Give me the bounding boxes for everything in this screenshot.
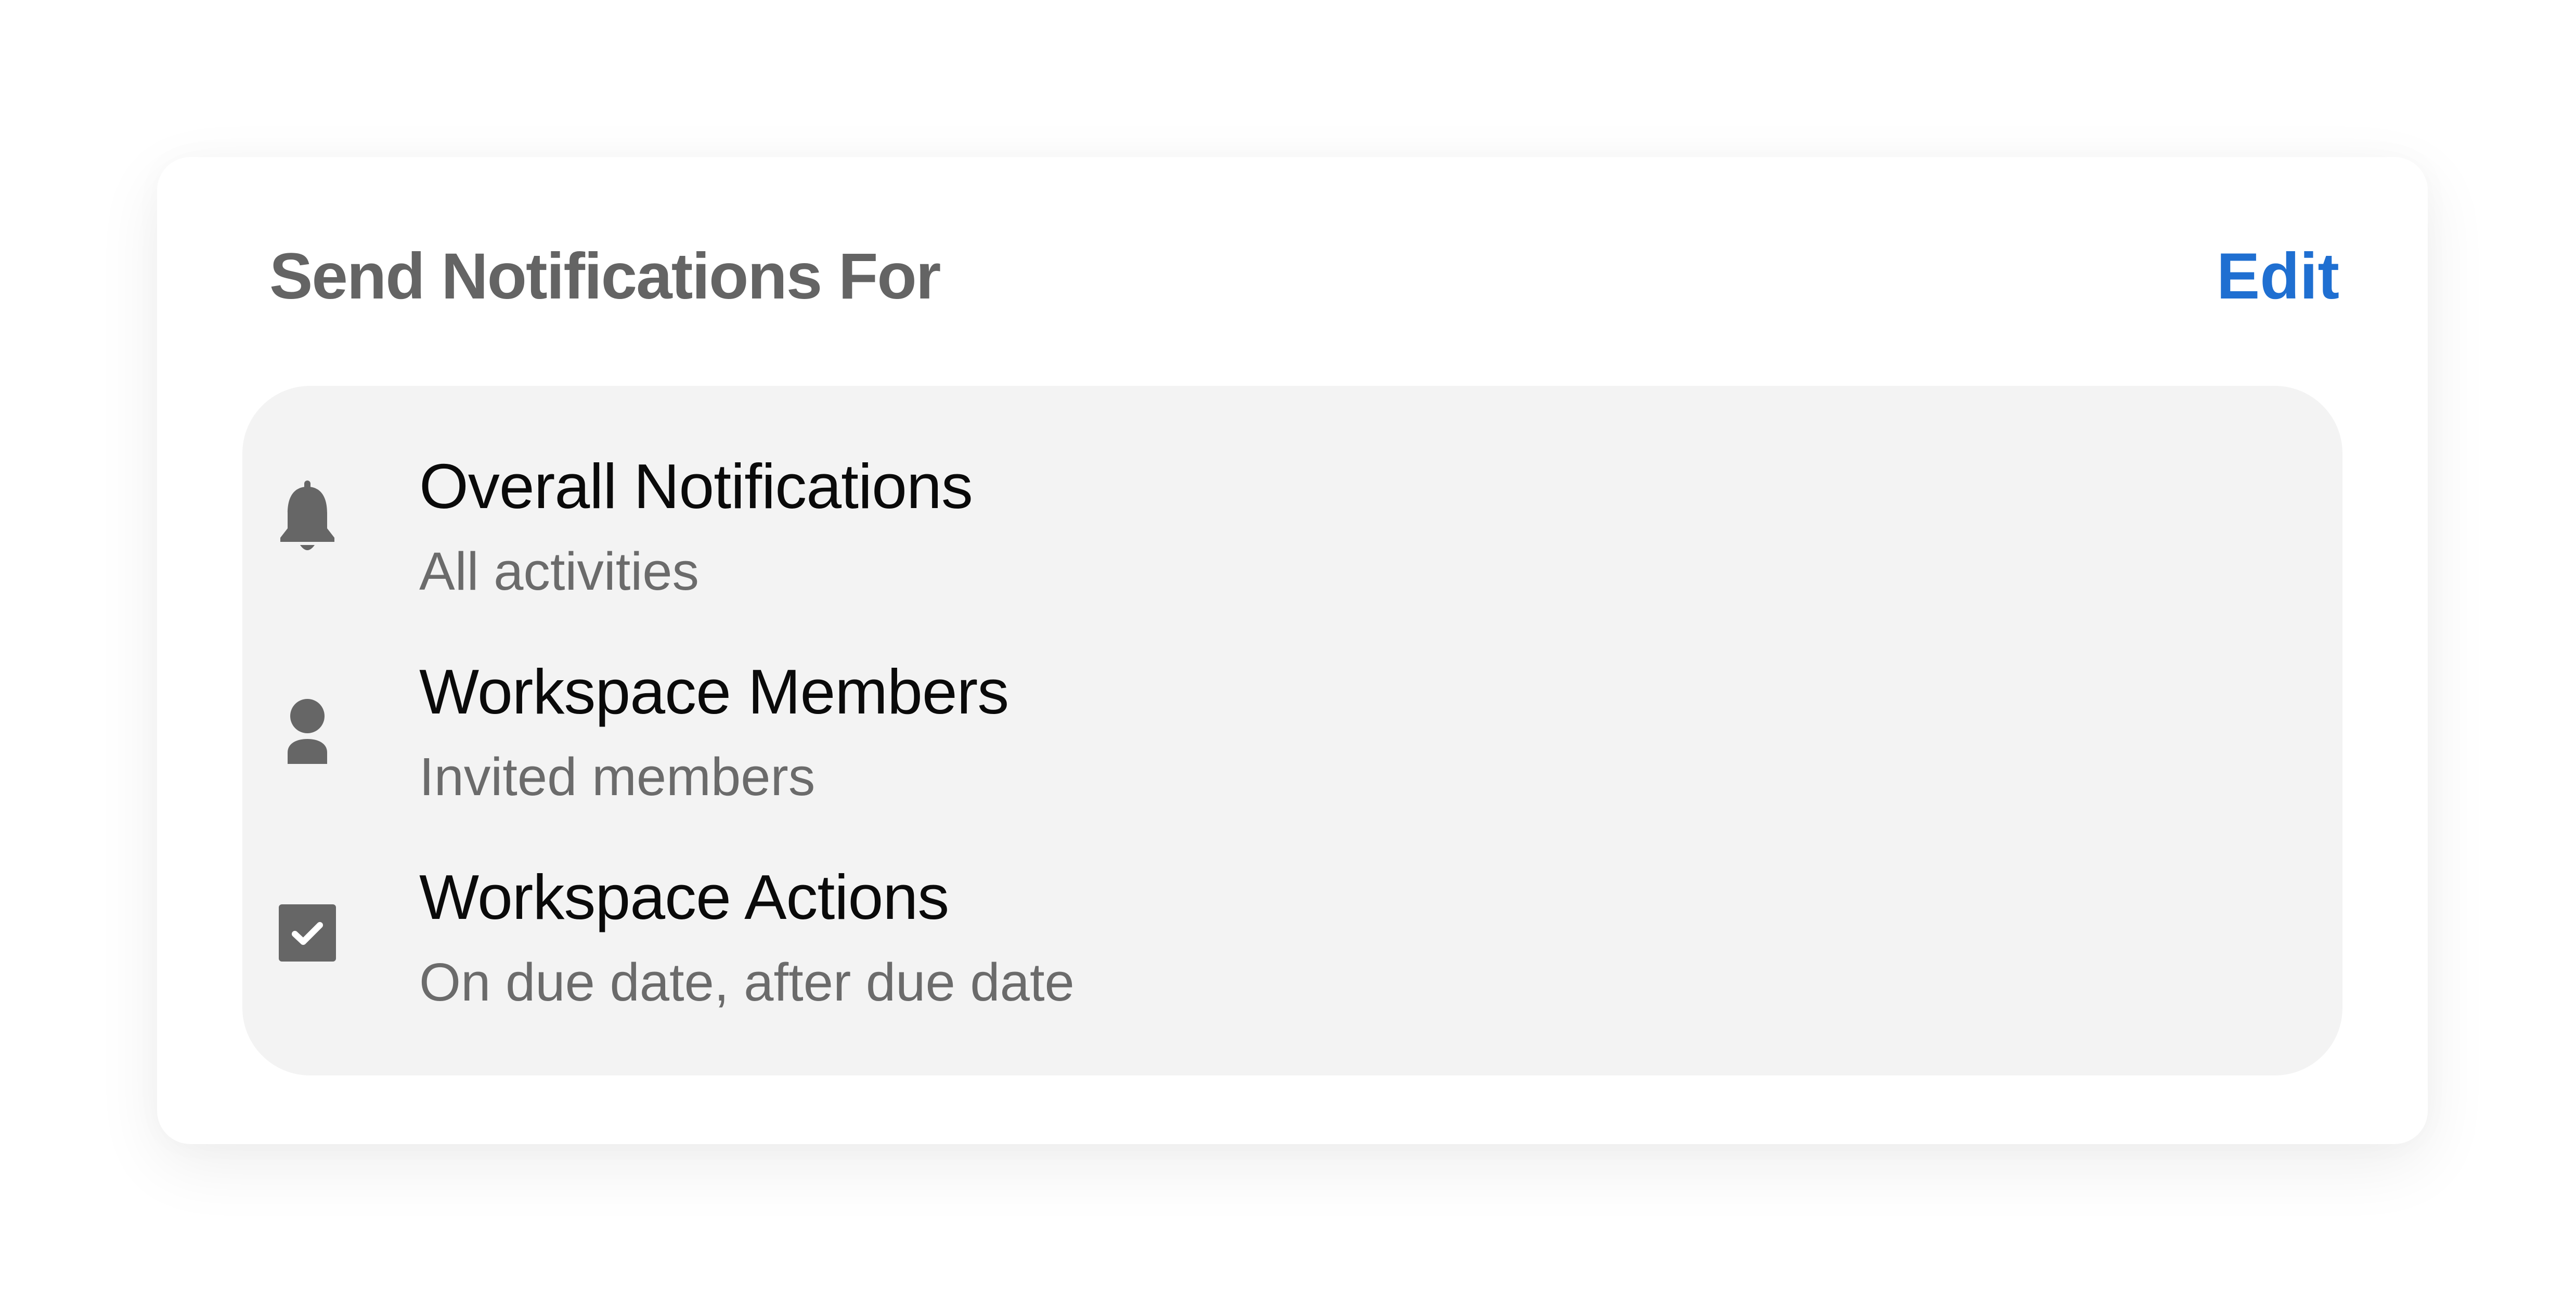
item-title: Overall Notifications	[419, 451, 973, 522]
item-subtitle: Invited members	[419, 747, 815, 807]
person-icon	[276, 686, 339, 764]
item-title: Workspace Members	[419, 656, 1009, 727]
notification-list: Overall Notifications All activities Wor…	[242, 386, 2342, 1075]
checkbox-icon	[276, 891, 339, 969]
card-header: Send Notifications For Edit	[157, 157, 2428, 384]
list-item-workspace-members[interactable]: Workspace Members Invited members	[242, 654, 2342, 859]
list-item-overall-notifications[interactable]: Overall Notifications All activities	[242, 448, 2342, 654]
edit-button[interactable]: Edit	[2217, 238, 2339, 316]
item-title: Workspace Actions	[419, 862, 949, 932]
item-subtitle: On due date, after due date	[419, 952, 1075, 1012]
notifications-card: Send Notifications For Edit Overall Noti…	[157, 157, 2428, 1144]
item-subtitle: All activities	[419, 541, 700, 601]
list-item-workspace-actions[interactable]: Workspace Actions On due date, after due…	[242, 859, 2342, 1065]
bell-icon	[276, 481, 339, 559]
card-title: Send Notifications For	[269, 240, 941, 313]
